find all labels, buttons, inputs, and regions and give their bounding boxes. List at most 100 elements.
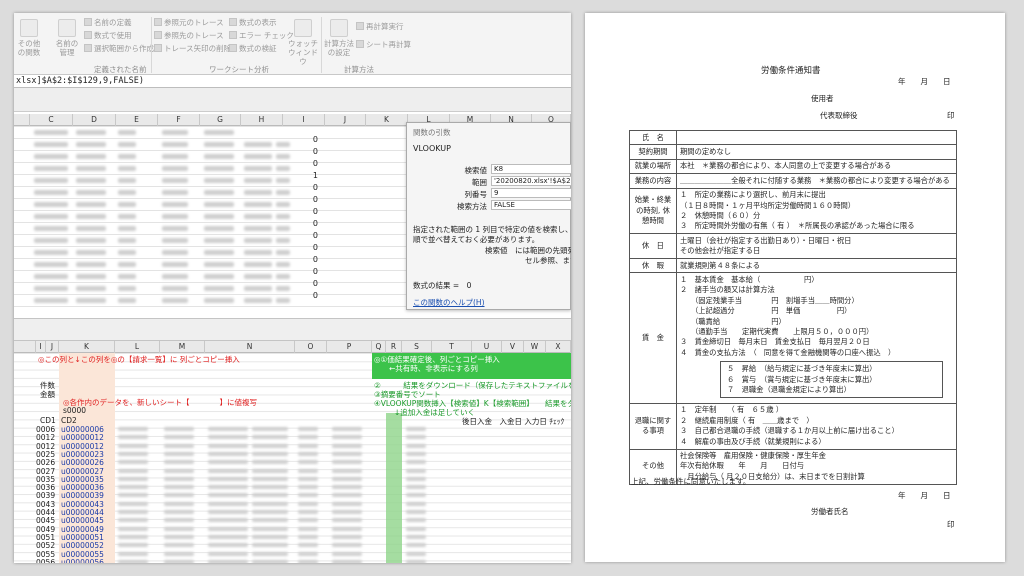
table-row: 休 日土曜日（会社が指定する出勤日あり）・日曜日・祝日 その他会社が指定する日 — [629, 233, 957, 260]
function-arguments-dialog[interactable]: 関数の引数 VLOOKUP 検索値 K8 範囲 '20200820.xlsx'!$A… — [406, 122, 571, 310]
redacted-cell — [252, 501, 288, 506]
col-header[interactable]: X — [546, 341, 571, 353]
arg-input[interactable]: 9 — [491, 188, 571, 198]
redacted-cell — [162, 214, 188, 219]
col-header[interactable]: N — [205, 341, 295, 353]
redacted-cell — [204, 202, 234, 207]
error-check-button[interactable]: エラー チェック — [229, 30, 294, 41]
redacted-cell — [34, 178, 68, 183]
redacted-cell — [162, 250, 188, 255]
col-header[interactable]: T — [432, 341, 472, 353]
evaluate-formula-button[interactable]: 数式の検証 — [229, 43, 277, 54]
col-header[interactable]: U — [472, 341, 502, 353]
arg-table-array[interactable]: 範囲'20200820.xlsx'!$A$2:$I$129 — [407, 176, 571, 187]
dialog-title: 関数の引数 — [413, 128, 451, 137]
col-header[interactable]: C — [30, 114, 73, 126]
col-header[interactable]: K — [59, 341, 115, 353]
seal-mark-2: 印 — [947, 520, 955, 529]
arg-input[interactable]: K8 — [491, 164, 571, 174]
col-header[interactable]: W — [524, 341, 546, 353]
redacted-cell — [244, 262, 272, 267]
table-row: 賃 金 １ 基本賃金 基本給（ 円） ２ 諸手当の額又は計算方法 （固定残業手当… — [629, 272, 957, 404]
redacted-cell — [118, 510, 148, 514]
redacted-cell — [34, 214, 68, 219]
arg-input[interactable]: '20200820.xlsx'!$A$2:$I$129 — [491, 176, 571, 186]
arg-lookup-value[interactable]: 検索値 K8 — [407, 164, 571, 175]
col-header[interactable]: S — [402, 341, 432, 353]
redacted-cell — [276, 214, 290, 219]
create-from-selection-button[interactable]: 選択範囲から作成 — [84, 43, 154, 54]
other-functions-button[interactable]: その他の関数 — [16, 19, 42, 57]
redacted-cell — [118, 154, 136, 159]
redacted-cell — [118, 485, 148, 490]
redacted-cell — [244, 190, 272, 195]
col-header[interactable]: R — [386, 341, 402, 353]
recalc-now-button[interactable]: 再計算実行 — [356, 21, 404, 32]
dialog-description-2: 順で並べ替えておく必要があります。 — [413, 235, 540, 244]
col-header[interactable]: O — [295, 341, 327, 353]
cd1-header: CD1 — [40, 416, 56, 425]
redacted-cell — [162, 298, 188, 303]
col-header[interactable]: Q — [372, 341, 386, 353]
redacted-cell — [34, 202, 68, 207]
redacted-cell — [298, 476, 318, 481]
trace-precedents-button[interactable]: 参照元のトレース — [154, 17, 224, 28]
col-header[interactable]: I — [283, 114, 325, 126]
ribbon-separator — [321, 17, 322, 73]
name-manager-button[interactable]: 名前の管理 — [54, 19, 80, 57]
arg-col-index[interactable]: 列番号 9 — [407, 188, 571, 199]
redacted-cell — [252, 493, 288, 498]
arg-input[interactable]: FALSE — [491, 200, 571, 210]
use-in-formula-button[interactable]: 数式で使用 — [84, 30, 132, 41]
redacted-cell — [164, 451, 194, 456]
col-header[interactable]: K — [366, 114, 408, 126]
col-header[interactable]: V — [502, 341, 524, 353]
redacted-cell — [162, 190, 188, 195]
redacted-cell — [118, 501, 148, 506]
redacted-cell — [298, 543, 318, 548]
redacted-cell — [76, 262, 106, 267]
col-header[interactable]: H — [241, 114, 283, 126]
col-header[interactable]: E — [116, 114, 158, 126]
cell-value: 0 — [312, 231, 318, 240]
redacted-cell — [204, 178, 234, 183]
col-header[interactable]: F — [158, 114, 200, 126]
col-header[interactable]: J — [46, 341, 59, 353]
col-header[interactable]: L — [115, 341, 160, 353]
col-header[interactable]: G — [200, 114, 241, 126]
cell-value: 0 — [312, 207, 318, 216]
table-row: 就業の場所 本社 ＊業務の都合により、本人同意の上で変更する場合がある — [629, 158, 957, 175]
representative-label: 代表取締役 — [820, 111, 858, 120]
formula-bar[interactable]: xlsx]$A$2:$I$129,9,FALSE) — [14, 75, 571, 88]
col-header[interactable]: J — [325, 114, 366, 126]
watch-window-button[interactable]: ウォッチウィンドウ — [288, 19, 318, 66]
col-header[interactable]: I — [36, 341, 46, 353]
remove-arrows-button[interactable]: トレース矢印の削除 — [154, 43, 231, 54]
define-name-button[interactable]: 名前の定義 — [84, 17, 132, 28]
recalc-sheet-button[interactable]: シート再計算 — [356, 39, 411, 50]
redacted-cell — [118, 476, 148, 481]
col-header[interactable]: P — [327, 341, 372, 353]
redacted-cell — [406, 485, 426, 490]
table-row: 始業・終業の時刻, 休憩時間 １ 所定の業務により選択し、前月末に提出 （１日８時… — [629, 187, 957, 235]
redacted-cell — [204, 190, 234, 195]
arg-range-lookup[interactable]: 検索方法 FALSE — [407, 200, 571, 211]
col-header[interactable]: M — [160, 341, 205, 353]
cell-value: 0 — [312, 279, 318, 288]
redacted-cell — [406, 476, 426, 481]
redacted-cell — [118, 286, 136, 291]
formula-result: 数式の結果 = 0 — [413, 281, 472, 290]
col-header[interactable]: D — [73, 114, 116, 126]
worker-name-label: 労働者氏名 — [811, 507, 849, 516]
green-note-2: ←共有時、非表示にする列 — [389, 364, 478, 373]
redacted-cell — [118, 460, 148, 465]
redacted-cell — [406, 551, 426, 556]
redacted-cell — [332, 551, 362, 556]
trace-dependents-button[interactable]: 参照先のトレース — [154, 30, 224, 41]
redacted-cell — [406, 435, 426, 440]
redacted-cell — [244, 250, 272, 255]
help-link[interactable]: この関数のヘルプ(H) — [413, 297, 485, 308]
calc-options-button[interactable]: 計算方法の設定 — [324, 19, 354, 57]
redacted-cell — [298, 443, 318, 448]
show-formulas-button[interactable]: 数式の表示 — [229, 17, 277, 28]
